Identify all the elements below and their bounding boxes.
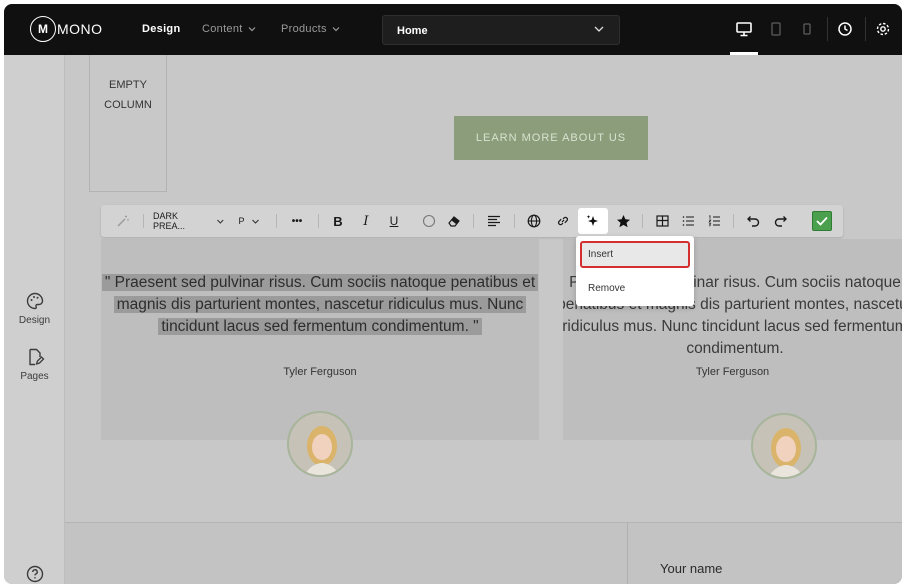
- page-select[interactable]: Home: [382, 15, 620, 45]
- bold-button[interactable]: B: [328, 205, 348, 237]
- chevron-down-icon: [251, 219, 259, 224]
- divider: [514, 214, 515, 228]
- nav-products-label: Products: [281, 23, 327, 35]
- divider: [733, 214, 734, 228]
- tablet-icon[interactable]: [766, 18, 786, 40]
- nav-content[interactable]: Content: [202, 23, 257, 35]
- help-button[interactable]: [4, 565, 65, 584]
- top-bar: M MONO Design Content Products Home: [4, 4, 902, 55]
- globe-icon[interactable]: [523, 205, 545, 237]
- testimonial-quote[interactable]: " Praesent sed pulvinar risus. Cum socii…: [101, 272, 539, 338]
- logo-text: MONO: [57, 21, 103, 37]
- chevron-down-icon: [248, 27, 256, 32]
- palette-icon: [26, 292, 43, 310]
- text-color-icon[interactable]: [419, 205, 439, 237]
- table-icon[interactable]: [652, 205, 672, 237]
- text-format-toolbar: DARK PREA... P ••• B I U: [101, 205, 843, 237]
- menu-item-remove-label: Remove: [588, 282, 626, 294]
- star-icon[interactable]: [612, 205, 634, 237]
- magic-wand-icon[interactable]: [113, 205, 133, 237]
- left-sidebar: Design Pages: [4, 55, 65, 584]
- empty-column[interactable]: EMPTY COLUMN: [89, 55, 167, 192]
- desktop-icon[interactable]: [734, 18, 754, 40]
- selected-text[interactable]: " Praesent sed pulvinar risus. Cum socii…: [101, 274, 539, 335]
- accept-button[interactable]: [812, 211, 832, 231]
- history-icon[interactable]: [835, 18, 855, 40]
- learn-more-button[interactable]: LEARN MORE ABOUT US: [454, 116, 648, 160]
- sidebar-item-design-label: Design: [18, 315, 51, 326]
- divider: [473, 214, 474, 228]
- testimonial-card[interactable]: " Praesent sed pulvinar risus. Cum socii…: [101, 239, 539, 440]
- divider: [143, 214, 144, 228]
- color-style-value: DARK PREA...: [153, 211, 186, 231]
- editor-canvas[interactable]: EMPTY COLUMN LEARN MORE ABOUT US " Praes…: [65, 55, 902, 584]
- nav-design-label: Design: [142, 23, 181, 35]
- checkmark-icon: [816, 216, 828, 226]
- italic-button[interactable]: I: [356, 205, 376, 237]
- divider: [318, 214, 319, 228]
- ai-actions-menu: Insert Remove: [576, 236, 694, 306]
- chevron-down-icon: [217, 219, 224, 224]
- settings-icon[interactable]: [873, 18, 893, 40]
- link-icon[interactable]: [552, 205, 574, 237]
- bulleted-list-icon[interactable]: [678, 205, 698, 237]
- menu-item-insert-label: Insert: [588, 249, 614, 260]
- divider: [276, 214, 277, 228]
- page-select-value: Home: [397, 25, 428, 37]
- divider: [642, 214, 643, 228]
- testimonial-author: Tyler Ferguson: [283, 366, 357, 378]
- divider: [627, 522, 628, 584]
- form-section: [65, 522, 902, 584]
- divider: [865, 17, 866, 41]
- underline-button[interactable]: U: [384, 205, 404, 237]
- empty-column-label: EMPTY COLUMN: [104, 79, 152, 111]
- logo[interactable]: M MONO: [30, 16, 103, 42]
- undo-icon[interactable]: [742, 205, 764, 237]
- more-options-button[interactable]: •••: [286, 205, 308, 237]
- chevron-down-icon: [332, 27, 340, 32]
- menu-item-insert[interactable]: Insert: [580, 241, 690, 268]
- ai-sparkle-button[interactable]: [578, 208, 608, 234]
- mobile-icon[interactable]: [797, 18, 817, 40]
- sidebar-item-design[interactable]: Design: [4, 291, 65, 326]
- sidebar-item-pages[interactable]: Pages: [4, 347, 65, 382]
- sidebar-item-pages-label: Pages: [20, 371, 49, 382]
- menu-item-remove[interactable]: Remove: [576, 274, 694, 302]
- sparkle-icon: [586, 215, 598, 226]
- align-left-icon[interactable]: [483, 205, 505, 237]
- form-label-name: Your name: [660, 561, 723, 576]
- nav-content-label: Content: [202, 23, 243, 35]
- block-type-select[interactable]: P: [234, 205, 264, 237]
- avatar: [751, 413, 817, 479]
- logo-mark: M: [30, 16, 56, 42]
- pages-icon: [28, 348, 44, 366]
- testimonial-author: Tyler Ferguson: [695, 366, 770, 378]
- avatar: [287, 411, 353, 477]
- divider: [827, 17, 828, 41]
- eraser-icon[interactable]: [444, 205, 464, 237]
- block-type-value: P: [238, 216, 245, 226]
- numbered-list-icon[interactable]: [704, 205, 724, 237]
- nav-design[interactable]: Design: [142, 23, 180, 35]
- redo-icon[interactable]: [770, 205, 792, 237]
- nav-products[interactable]: Products: [281, 23, 341, 35]
- app-window: M MONO Design Content Products Home Desi…: [4, 4, 902, 584]
- help-icon: [26, 565, 43, 583]
- chevron-down-icon: [594, 26, 604, 32]
- color-style-select[interactable]: DARK PREA...: [153, 205, 225, 237]
